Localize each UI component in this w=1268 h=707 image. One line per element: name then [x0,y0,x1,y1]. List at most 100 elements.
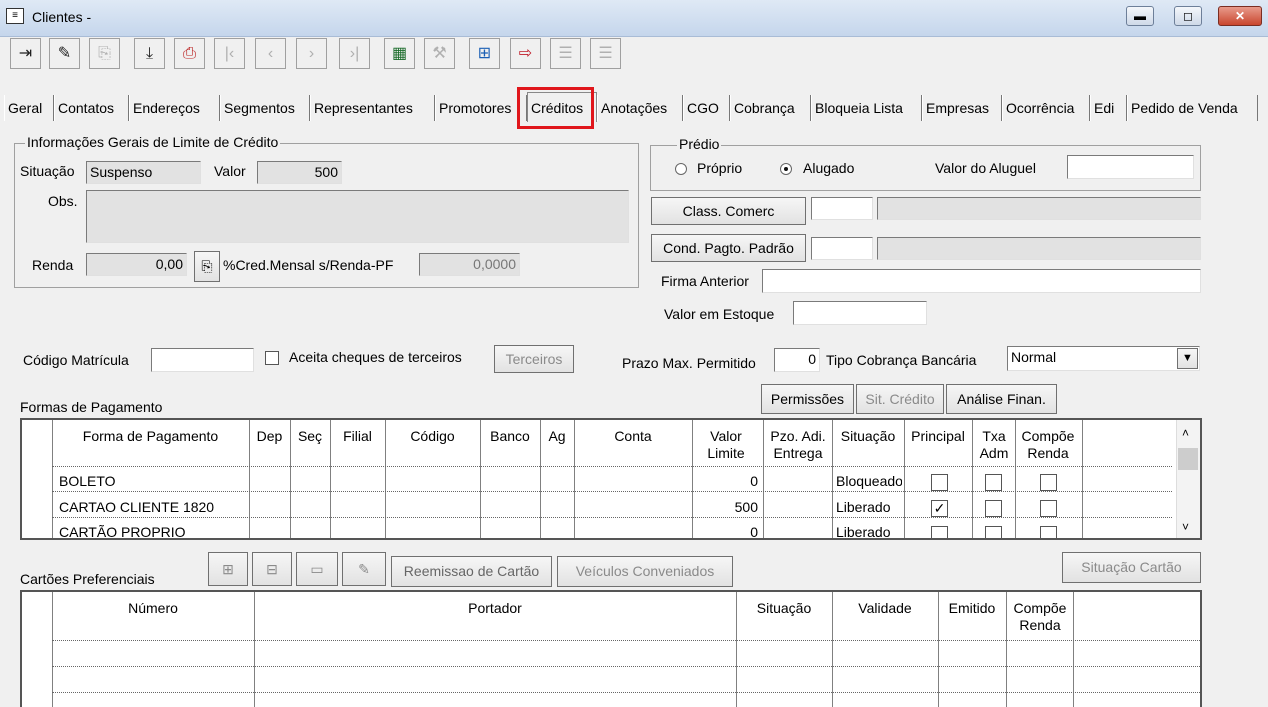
copy-icon[interactable]: ⎘ [89,38,120,69]
valor-field[interactable]: 500 [257,161,342,184]
matricula-field[interactable] [151,348,254,372]
exit-icon[interactable]: ⇥ [10,38,41,69]
calc-icon[interactable]: ⎘ [194,251,220,282]
card-add-icon[interactable]: ⊞ [208,552,248,586]
tab-segmentos[interactable]: Segmentos [220,95,310,121]
col-header[interactable]: Ag [540,428,574,445]
renda-field[interactable]: 0,00 [86,253,187,276]
analise-button[interactable]: Análise Finan. [946,384,1057,414]
situacao-field[interactable]: Suspenso [86,161,201,184]
tab-bloqueia-lista[interactable]: Bloqueia Lista [811,95,922,121]
report-icon[interactable]: ☰ [550,38,581,69]
col-header[interactable]: Compõe Renda [1017,428,1079,462]
col-header[interactable]: Principal [904,428,972,445]
tab-enderecos[interactable]: Endereços [129,95,220,121]
sit-credito-button[interactable]: Sit. Crédito [856,384,944,414]
col-header[interactable]: Portador [254,600,736,617]
tab-promotores[interactable]: Promotores [435,95,527,121]
edit-icon[interactable]: ✎ [49,38,80,69]
firma-field[interactable] [762,269,1201,293]
tab-geral[interactable]: Geral [4,95,54,121]
txa-checkbox[interactable] [985,526,1002,538]
valor-cell[interactable]: 0 [692,521,758,538]
situacao-cell[interactable]: Bloqueado [836,470,902,492]
aluguel-field[interactable] [1067,155,1194,179]
tab-representantes[interactable]: Representantes [310,95,435,121]
tab-cobranca[interactable]: Cobrança [730,95,811,121]
col-header[interactable]: Txa Adm [977,428,1011,462]
col-header[interactable]: Valor Limite [702,428,750,462]
report2-icon[interactable]: ☰ [590,38,621,69]
tab-contatos[interactable]: Contatos [54,95,129,121]
veiculos-button[interactable]: Veículos Conveniados [557,556,733,587]
col-header[interactable]: Situação [832,428,904,445]
compoe-checkbox[interactable] [1040,474,1057,491]
class-desc-field[interactable] [877,197,1201,220]
col-header[interactable]: Forma de Pagamento [52,428,249,445]
col-header[interactable]: Conta [574,428,692,445]
cond-pagto-button[interactable]: Cond. Pagto. Padrão [651,234,806,262]
col-header[interactable]: Número [52,600,254,617]
alugado-radio[interactable] [780,163,792,175]
obs-field[interactable] [86,190,629,243]
compoe-checkbox[interactable] [1040,526,1057,538]
prev-icon[interactable]: ‹ [255,38,286,69]
permissoes-button[interactable]: Permissões [761,384,854,414]
col-header[interactable]: Pzo. Adi. Entrega [767,428,829,462]
tools-icon[interactable]: ⚒ [424,38,455,69]
col-header[interactable]: Seç [290,428,330,445]
tab-cgo[interactable]: CGO [683,95,730,121]
col-header[interactable]: Código [385,428,480,445]
forma-cell[interactable]: BOLETO [59,470,116,492]
card-icon[interactable]: ▭ [296,552,338,586]
first-icon[interactable]: |‹ [214,38,245,69]
maximize-button[interactable]: ◻ [1174,6,1202,26]
reemissao-button[interactable]: Reemissao de Cartão [391,556,552,587]
pen-icon[interactable]: ✎ [342,552,386,586]
last-icon[interactable]: ›| [339,38,370,69]
class-comerc-button[interactable]: Class. Comerc [651,197,806,225]
col-header[interactable]: Filial [330,428,385,445]
next-icon[interactable]: › [296,38,327,69]
principal-checkbox-checked[interactable]: ✓ [931,500,948,517]
principal-checkbox[interactable] [931,526,948,538]
situacao-cartao-button[interactable]: Situação Cartão [1062,552,1201,583]
valor-cell[interactable]: 0 [692,470,758,492]
col-header[interactable]: Dep [249,428,290,445]
col-header[interactable]: Banco [480,428,540,445]
save-icon[interactable]: ⤓ [134,38,165,69]
forma-cell[interactable]: CARTAO CLIENTE 1820 [59,496,214,518]
col-header[interactable]: Situação [736,600,832,617]
col-header[interactable]: Compõe Renda [1010,600,1070,634]
proprio-radio[interactable] [675,163,687,175]
close-button[interactable]: ✕ [1218,6,1262,26]
tab-ocorrencia[interactable]: Ocorrência [1002,95,1090,121]
chevron-up-icon[interactable]: ˄ [1182,426,1189,440]
cond-desc-field[interactable] [877,237,1201,260]
import-icon[interactable]: ⇨ [510,38,541,69]
card-remove-icon[interactable]: ⊟ [252,552,292,586]
cheques-checkbox[interactable] [265,351,279,365]
principal-checkbox[interactable] [931,474,948,491]
prazo-field[interactable]: 0 [774,348,820,372]
cartoes-grid[interactable]: Número Portador Situação Validade Emitid… [20,590,1202,707]
app-icon[interactable]: ≡ [6,8,24,24]
tab-empresas[interactable]: Empresas [922,95,1002,121]
cond-code-field[interactable] [811,237,873,260]
tab-anotacoes[interactable]: Anotações [597,95,683,121]
txa-checkbox[interactable] [985,474,1002,491]
col-header[interactable]: Emitido [938,600,1006,617]
situacao-cell[interactable]: Liberado [836,521,902,538]
list-icon[interactable]: ▦ [384,38,415,69]
estoque-field[interactable] [793,301,927,325]
terceiros-button[interactable]: Terceiros [494,345,574,373]
perc-field[interactable]: 0,0000 [419,253,520,276]
chevron-down-icon[interactable]: ▼ [1177,348,1198,369]
tab-pedido-de-venda[interactable]: Pedido de Venda [1127,95,1258,121]
tipo-cob-select[interactable]: Normal [1007,346,1200,371]
scrollbar-thumb[interactable] [1178,448,1198,470]
txa-checkbox[interactable] [985,500,1002,517]
situacao-cell[interactable]: Liberado [836,496,902,518]
col-header[interactable]: Validade [832,600,938,617]
formas-grid[interactable]: Forma de Pagamento Dep Seç Filial Código… [20,418,1202,540]
